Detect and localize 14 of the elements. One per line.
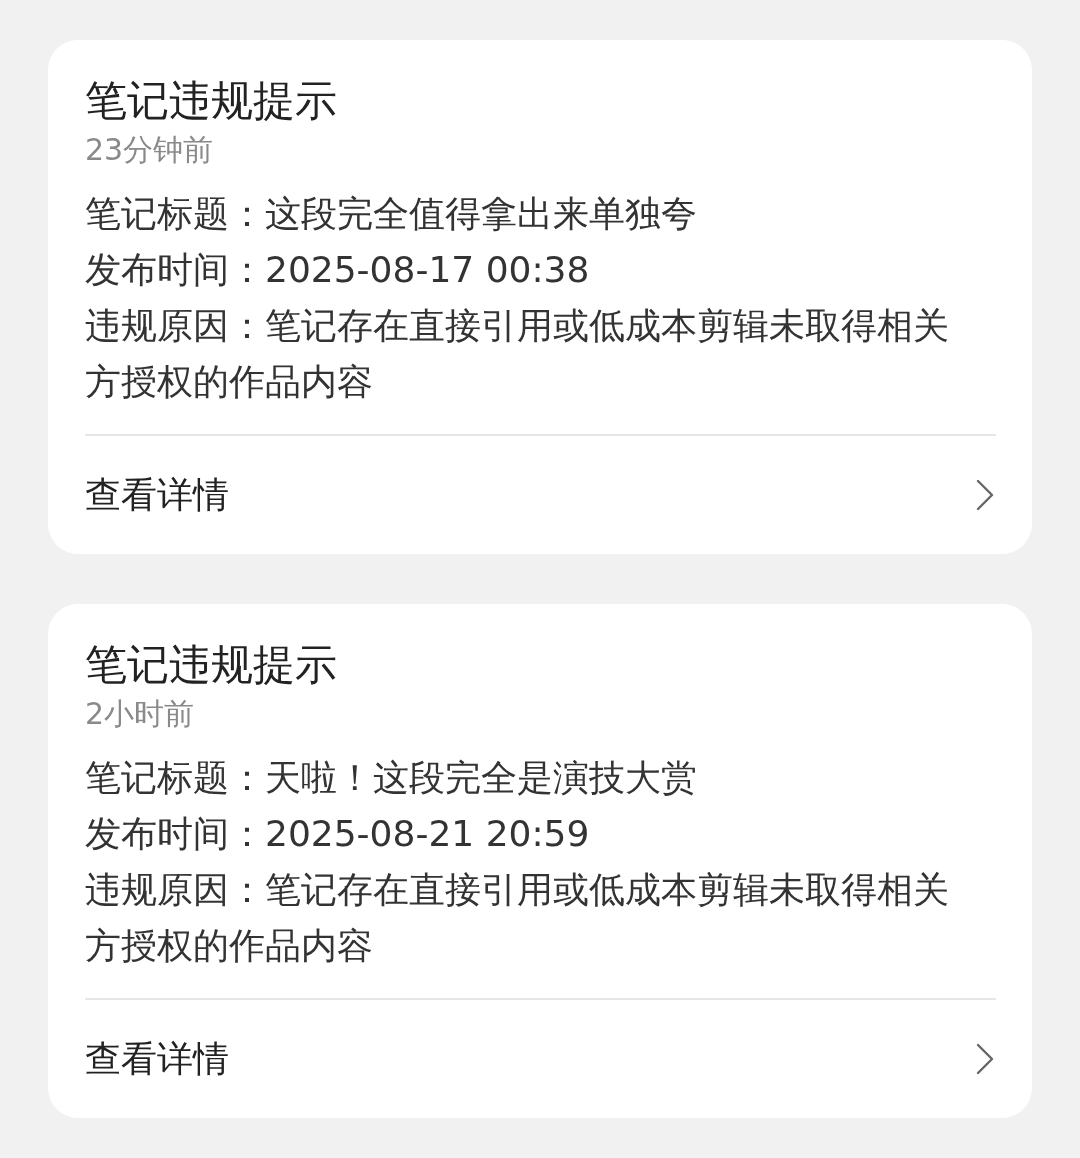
notice-detail: 笔记标题：这段完全值得拿出来单独夸 [85,192,698,236]
notice-detail: 笔记标题：天啦！这段完全是演技大赏 [85,756,698,800]
chevron-right-icon [976,479,994,511]
notice-detail: 违规原因：笔记存在直接引用或低成本剪辑未取得相关方授权的作品内容 [85,304,950,404]
notice-detail: 发布时间：2025-08-17 00:38 [85,248,591,292]
notice-title: 笔记违规提示 [85,640,338,690]
view-details-link[interactable]: 查看详情 [85,1000,996,1118]
notice-title: 笔记违规提示 [85,76,338,126]
notice-detail: 发布时间：2025-08-21 20:59 [85,812,591,856]
view-details-link[interactable]: 查看详情 [85,436,996,554]
notice-time: 2小时前 [85,695,196,733]
chevron-right-icon [976,1043,994,1075]
notice-time: 23分钟前 [85,131,215,169]
notice-detail: 违规原因：笔记存在直接引用或低成本剪辑未取得相关方授权的作品内容 [85,868,950,968]
